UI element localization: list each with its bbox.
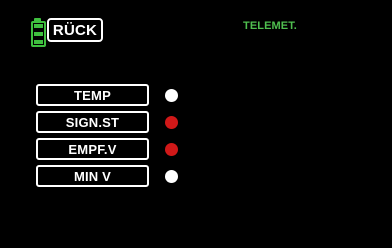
telemetry-screen: RÜCK TELEMET. TEMP SIGN.ST EMPF.V MIN V [0, 0, 392, 248]
menu-row-temp: TEMP [36, 84, 196, 106]
receiver-voltage-button[interactable]: EMPF.V [36, 138, 149, 160]
temp-button[interactable]: TEMP [36, 84, 149, 106]
page-title: TELEMET. [243, 20, 297, 32]
back-button[interactable]: RÜCK [47, 18, 103, 42]
battery-icon [31, 18, 46, 47]
status-indicator-icon [165, 89, 178, 102]
telemetry-menu: TEMP SIGN.ST EMPF.V MIN V [36, 84, 196, 192]
menu-row-signal-strength: SIGN.ST [36, 111, 196, 133]
min-voltage-button[interactable]: MIN V [36, 165, 149, 187]
status-indicator-icon [165, 170, 178, 183]
menu-row-min-voltage: MIN V [36, 165, 196, 187]
signal-strength-button[interactable]: SIGN.ST [36, 111, 149, 133]
status-indicator-icon [165, 116, 178, 129]
menu-row-receiver-voltage: EMPF.V [36, 138, 196, 160]
status-indicator-icon [165, 143, 178, 156]
